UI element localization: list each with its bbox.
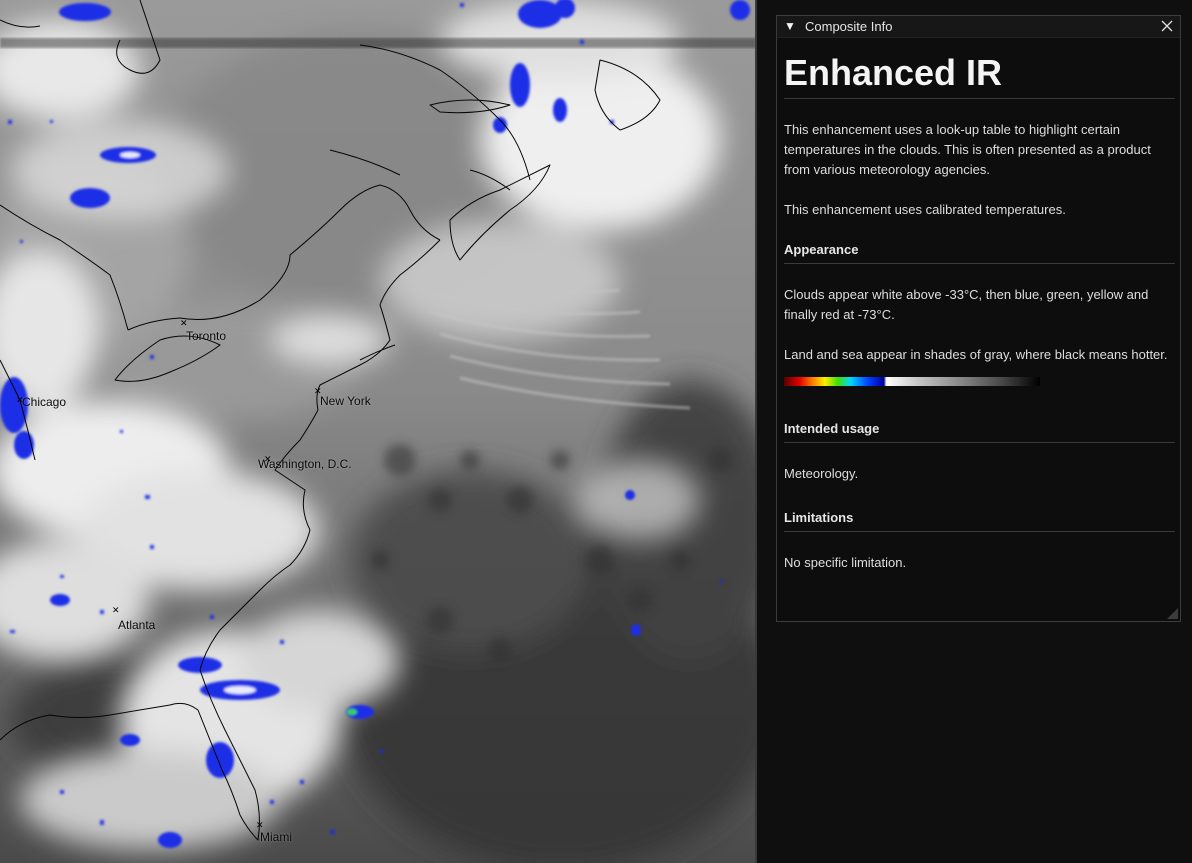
intro-paragraph: This enhancement uses a look-up table to…: [784, 122, 1151, 177]
close-icon[interactable]: [1160, 19, 1174, 33]
satellite-map-view[interactable]: ✕ Toronto ✕ Chicago ✕ New York ✕ Washing…: [0, 0, 756, 863]
map-edge-divider: [755, 0, 757, 863]
panel-window-title: Composite Info: [805, 19, 893, 34]
city-label-washington: Washington, D.C.: [258, 457, 352, 471]
section-title-limitations: Limitations: [784, 508, 1175, 532]
intended-usage-text: Meteorology.: [784, 466, 859, 481]
city-label-new-york: New York: [320, 394, 371, 408]
satellite-image: [0, 0, 756, 863]
section-title-appearance: Appearance: [784, 240, 1175, 264]
resize-grip-icon[interactable]: [1167, 608, 1178, 619]
city-label-atlanta: Atlanta: [118, 618, 156, 632]
city-marker-miami: ✕: [256, 820, 264, 830]
app-window: ✕ Toronto ✕ Chicago ✕ New York ✕ Washing…: [0, 0, 1192, 863]
appearance-paragraph-1: Clouds appear white above -33°C, then bl…: [784, 287, 1149, 322]
city-label-miami: Miami: [260, 830, 292, 844]
panel-body: Enhanced IR This enhancement uses a look…: [784, 38, 1175, 573]
city-label-toronto: Toronto: [186, 329, 227, 343]
appearance-paragraph-2: Land and sea appear in shades of gray, w…: [784, 347, 1168, 362]
panel-titlebar[interactable]: ▼ Composite Info: [777, 16, 1180, 38]
city-marker-atlanta: ✕: [112, 605, 120, 615]
city-label-chicago: Chicago: [22, 395, 67, 409]
limitations-text: No specific limitation.: [784, 555, 907, 570]
city-marker-toronto: ✕: [180, 318, 188, 328]
composite-info-panel: ▼ Composite Info Enhanced IR This enhanc…: [776, 15, 1181, 622]
section-title-intended-usage: Intended usage: [784, 419, 1175, 443]
calibration-note: This enhancement uses calibrated tempera…: [784, 202, 1066, 217]
temperature-colorbar: [784, 377, 1040, 386]
composite-heading: Enhanced IR: [784, 52, 1175, 99]
triangle-down-icon[interactable]: ▼: [784, 19, 796, 33]
